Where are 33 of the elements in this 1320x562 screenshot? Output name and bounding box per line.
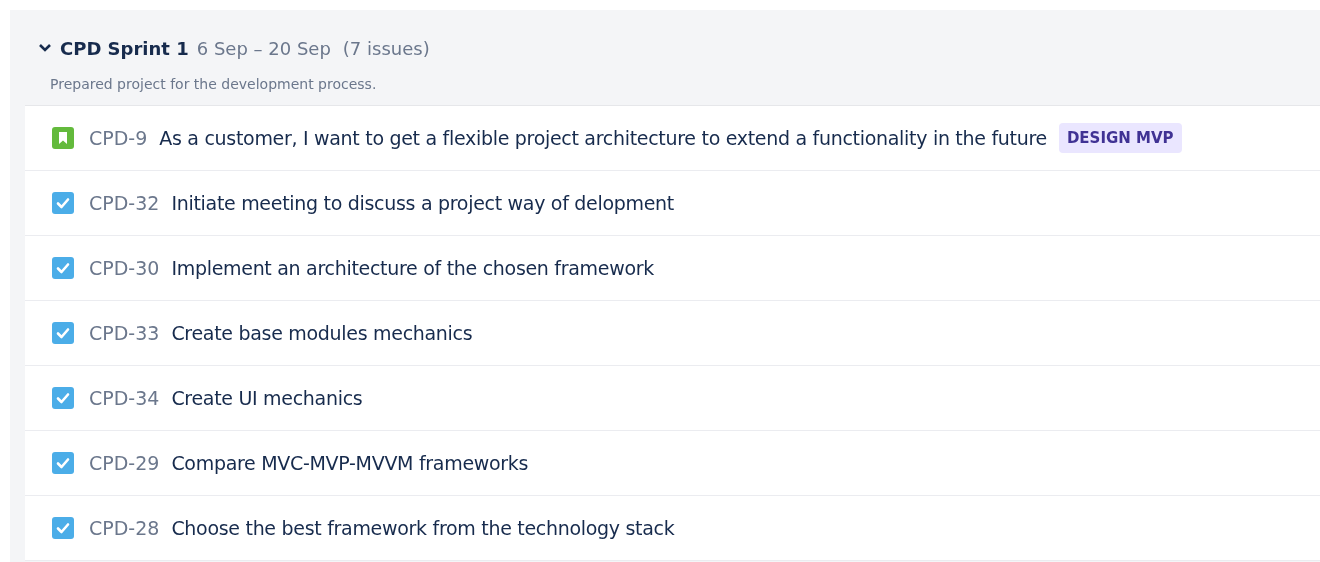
issue-summary: Create base modules mechanics xyxy=(171,322,473,344)
issue-key[interactable]: CPD-32 xyxy=(89,192,160,214)
issue-key[interactable]: CPD-29 xyxy=(89,452,160,474)
issue-row[interactable]: CPD-9 As a customer, I want to get a flexible project architecture to extend a functionality in the future DESIGN MVP xyxy=(25,106,1320,171)
sprint-name: CPD Sprint 1 xyxy=(60,37,189,59)
issue-summary: Choose the best framework from the technology stack xyxy=(171,517,675,539)
checkbox-icon xyxy=(51,191,75,215)
issue-key[interactable]: CPD-9 xyxy=(89,127,148,149)
issue-row[interactable]: CPD-30 Implement an architecture of the chosen framework xyxy=(25,236,1320,301)
issue-row[interactable]: CPD-33 Create base modules mechanics xyxy=(25,301,1320,366)
sprint-description: Prepared project for the development process. xyxy=(49,75,377,94)
issue-summary: Implement an architecture of the chosen framework xyxy=(171,257,654,279)
issue-row[interactable]: CPD-29 Compare MVC-MVP-MVVM frameworks xyxy=(25,431,1320,496)
checkbox-icon xyxy=(51,451,75,475)
issue-row[interactable]: CPD-32 Initiate meeting to discuss a project way of delopment xyxy=(25,171,1320,236)
checkbox-icon xyxy=(51,516,75,540)
checkbox-icon xyxy=(51,321,75,345)
issue-summary: As a customer, I want to get a flexible project architecture to extend a functionality in the future xyxy=(159,127,1047,149)
checkbox-icon xyxy=(51,256,75,280)
issue-summary: Create UI mechanics xyxy=(171,387,363,409)
sprint-dates: 6 Sep – 20 Sep xyxy=(196,37,331,59)
epic-label[interactable]: DESIGN MVP xyxy=(1058,123,1182,153)
issue-count: (7 issues) xyxy=(342,37,430,59)
issue-summary: Initiate meeting to discuss a project way of delopment xyxy=(171,192,674,214)
issue-key[interactable]: CPD-28 xyxy=(89,517,160,539)
issue-key[interactable]: CPD-30 xyxy=(89,257,160,279)
bookmark-icon xyxy=(51,126,75,150)
issue-row[interactable]: CPD-34 Create UI mechanics xyxy=(25,366,1320,431)
issue-key[interactable]: CPD-34 xyxy=(89,387,160,409)
checkbox-icon xyxy=(51,386,75,410)
issue-row[interactable]: CPD-28 Choose the best framework from the technology stack xyxy=(25,496,1320,561)
issue-summary: Compare MVC-MVP-MVVM frameworks xyxy=(171,452,529,474)
issue-key[interactable]: CPD-33 xyxy=(89,322,160,344)
